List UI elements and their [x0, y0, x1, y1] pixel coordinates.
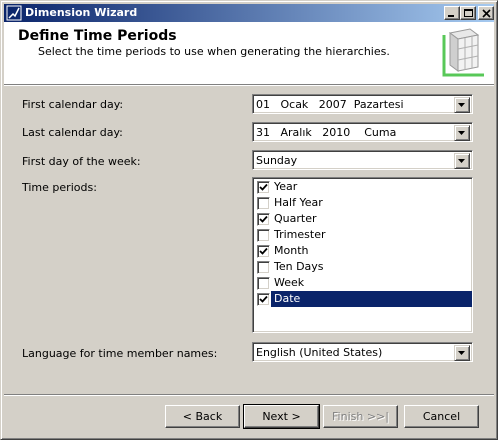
footer-divider-highlight	[4, 395, 494, 396]
time-period-item-trimester[interactable]: Trimester	[255, 227, 472, 243]
time-period-label: Date	[271, 291, 472, 307]
last-calendar-day-combo[interactable]: 31 Aralık 2010 Cuma	[252, 122, 473, 142]
first-day-of-week-combo[interactable]: Sunday	[252, 150, 473, 170]
maximize-button[interactable]	[460, 6, 476, 20]
time-period-label: Trimester	[274, 228, 326, 241]
header-divider-highlight	[4, 85, 494, 86]
time-period-label: Year	[274, 180, 298, 193]
checkbox[interactable]	[257, 293, 270, 306]
first-calendar-day-label: First calendar day:	[22, 98, 124, 111]
next-button[interactable]: Next >	[243, 404, 320, 429]
time-period-item-month[interactable]: Month	[255, 243, 472, 259]
time-period-label: Week	[274, 276, 305, 289]
checkbox[interactable]	[257, 213, 270, 226]
language-label: Language for time member names:	[22, 347, 218, 360]
time-period-item-quarter[interactable]: Quarter	[255, 211, 472, 227]
time-period-label: Quarter	[274, 212, 317, 225]
language-value: English (United States)	[256, 346, 383, 359]
first-day-of-week-value: Sunday	[256, 154, 298, 167]
finish-button[interactable]: Finish >>|	[323, 405, 398, 428]
first-calendar-day-combo[interactable]: 01 Ocak 2007 Pazartesi	[252, 94, 473, 114]
chevron-down-icon[interactable]	[454, 153, 470, 169]
checkbox[interactable]	[257, 197, 270, 210]
dimension-cube-icon	[436, 27, 488, 82]
chevron-down-icon[interactable]	[454, 125, 470, 141]
time-period-label: Half Year	[274, 196, 323, 209]
checkbox[interactable]	[257, 181, 270, 194]
last-calendar-day-value: 31 Aralık 2010 Cuma	[256, 126, 397, 139]
language-combo[interactable]: English (United States)	[252, 342, 473, 362]
title-bar[interactable]: Dimension Wizard	[4, 4, 494, 22]
page-subtitle: Select the time periods to use when gene…	[38, 45, 390, 58]
dimension-wizard-window: Dimension Wizard Define Time Periods Sel…	[0, 0, 498, 440]
time-period-item-half-year[interactable]: Half Year	[255, 195, 472, 211]
window-title: Dimension Wizard	[25, 6, 138, 19]
time-period-item-ten-days[interactable]: Ten Days	[255, 259, 472, 275]
checkbox[interactable]	[257, 229, 270, 242]
wizard-header: Define Time Periods Select the time peri…	[4, 22, 494, 84]
first-calendar-day-value: 01 Ocak 2007 Pazartesi	[256, 98, 404, 111]
checkbox[interactable]	[257, 261, 270, 274]
chevron-down-icon[interactable]	[454, 345, 470, 361]
close-button[interactable]	[478, 6, 494, 20]
cancel-button[interactable]: Cancel	[404, 405, 479, 428]
back-button[interactable]: < Back	[165, 405, 240, 428]
first-day-of-week-label: First day of the week:	[22, 155, 141, 168]
time-periods-label: Time periods:	[22, 181, 97, 194]
time-period-label: Month	[274, 244, 309, 257]
time-period-item-year[interactable]: Year	[255, 179, 472, 195]
last-calendar-day-label: Last calendar day:	[22, 126, 123, 139]
time-period-item-week[interactable]: Week	[255, 275, 472, 291]
checkbox[interactable]	[257, 245, 270, 258]
chevron-down-icon[interactable]	[454, 97, 470, 113]
page-title: Define Time Periods	[18, 28, 177, 44]
time-period-item-date[interactable]: Date	[255, 291, 472, 307]
wizard-app-icon	[6, 5, 22, 21]
minimize-button[interactable]	[444, 6, 460, 20]
checkbox[interactable]	[257, 277, 270, 290]
time-period-label: Ten Days	[274, 260, 324, 273]
time-periods-list[interactable]: Year Half Year Quarter Trimester Month T…	[252, 177, 473, 333]
